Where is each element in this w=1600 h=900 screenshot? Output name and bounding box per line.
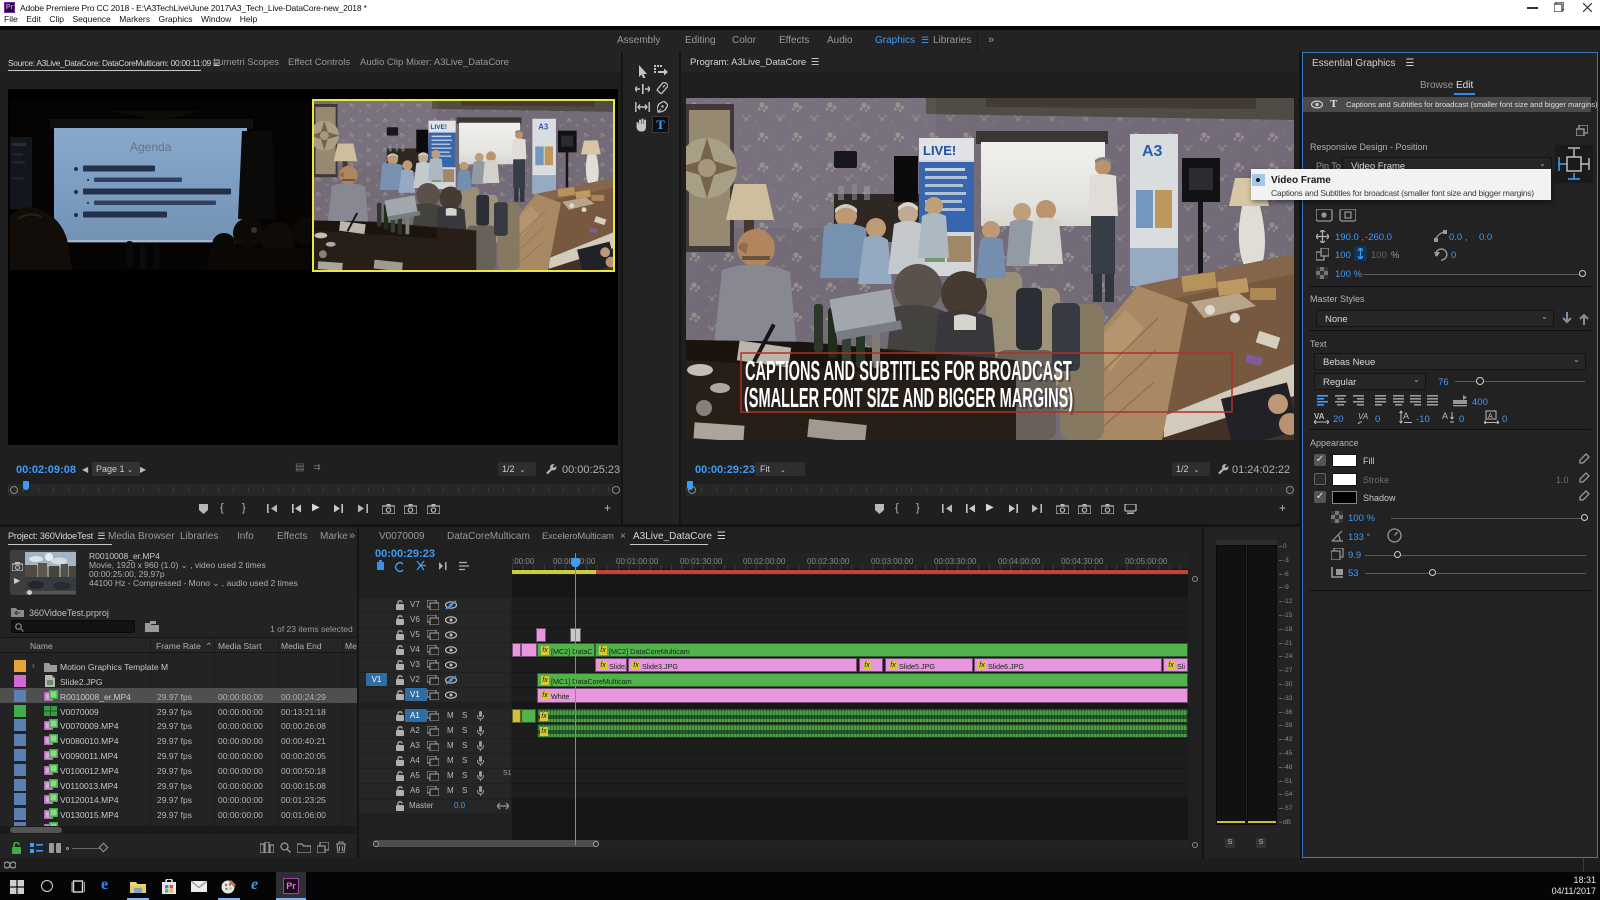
svg-text:A: A xyxy=(1488,413,1493,420)
svg-text:(SMALLER FONT SIZE AND BIGGER: (SMALLER FONT SIZE AND BIGGER MARGINS) xyxy=(744,382,1073,413)
svg-text:A: A xyxy=(1403,411,1409,421)
svg-text:VA: VA xyxy=(1314,412,1325,421)
svg-text:A: A xyxy=(1442,411,1448,421)
svg-text:VA: VA xyxy=(1358,412,1368,421)
